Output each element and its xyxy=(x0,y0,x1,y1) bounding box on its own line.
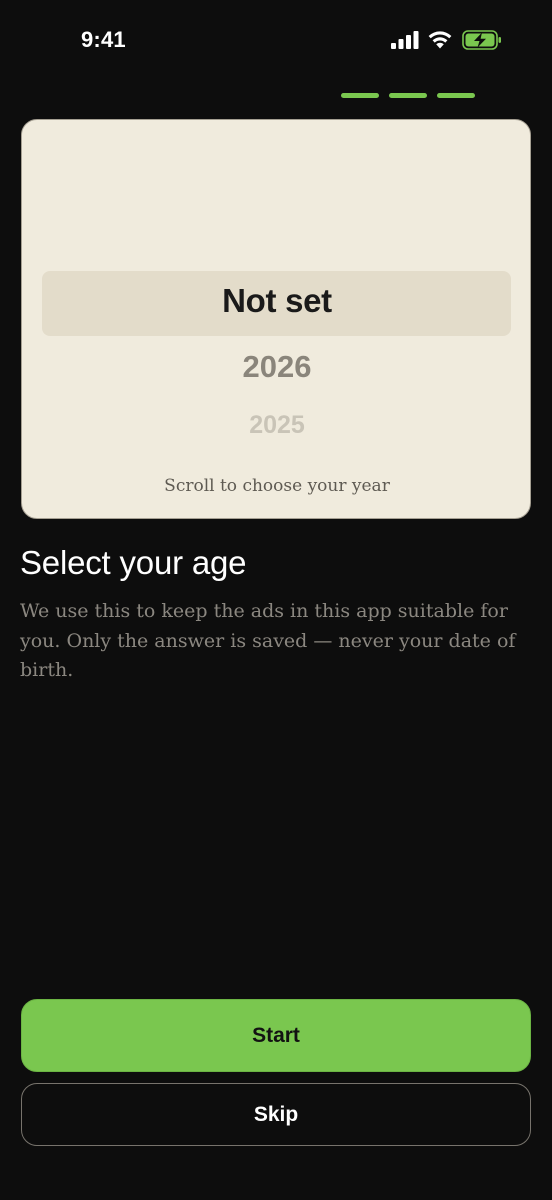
picker-option[interactable]: 2025 xyxy=(22,411,530,440)
cellular-signal-icon xyxy=(391,31,419,49)
picker-option-selected[interactable]: Not set xyxy=(22,282,530,320)
progress-step xyxy=(389,93,427,98)
status-time: 9:41 xyxy=(81,27,126,52)
wifi-icon xyxy=(428,31,452,49)
year-picker[interactable]: Not set 2026 2025 Scroll to choose your … xyxy=(21,119,531,519)
status-bar: 9:41 xyxy=(0,0,552,84)
skip-button[interactable]: Skip xyxy=(21,1083,531,1146)
page-description: We use this to keep the ads in this app … xyxy=(20,600,516,681)
picker-option[interactable]: 2026 xyxy=(22,349,530,385)
picker-hint: Scroll to choose your year xyxy=(164,476,390,496)
battery-charging-icon xyxy=(462,30,501,50)
onboarding-progress xyxy=(341,93,475,98)
page-title: Select your age xyxy=(20,544,247,581)
start-button[interactable]: Start xyxy=(21,999,531,1072)
progress-step xyxy=(341,93,379,98)
progress-step xyxy=(437,93,475,98)
